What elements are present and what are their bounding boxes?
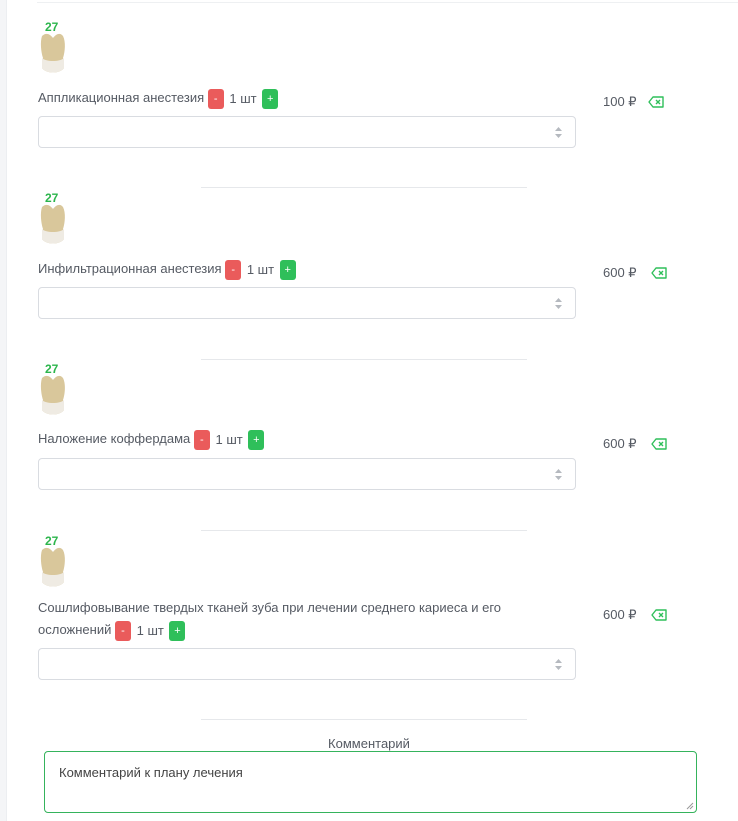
item-divider (201, 719, 527, 720)
top-divider (37, 2, 738, 3)
service-name: Сошлифовывание твердых тканей зуба при л… (38, 600, 502, 637)
tooth-picture: 27 (38, 20, 68, 76)
quantity: 1 шт (246, 261, 275, 277)
service-select[interactable] (38, 648, 576, 680)
service-row: Наложение коффердама - 1 шт + (38, 428, 598, 451)
tooth-picture: 27 (38, 362, 68, 418)
service-name: Наложение коффердама (38, 431, 191, 446)
quantity: 1 шт (229, 90, 257, 106)
increase-qty-button[interactable]: + (279, 259, 296, 280)
increase-qty-button[interactable]: + (248, 429, 265, 450)
service-select[interactable] (38, 116, 576, 148)
quantity: 1 шт (136, 622, 164, 638)
item-divider (201, 359, 527, 360)
service-name: Аппликационная анестезия (38, 90, 205, 105)
backspace-icon[interactable] (651, 609, 667, 621)
service-select[interactable] (38, 287, 576, 319)
service-price: 600 ₽ (603, 607, 637, 622)
decrease-qty-button[interactable]: - (193, 429, 210, 450)
select-arrows-icon (555, 127, 562, 138)
decrease-qty-button[interactable]: - (225, 259, 242, 280)
backspace-icon[interactable] (648, 96, 664, 108)
tooth-icon (40, 204, 65, 244)
backspace-icon[interactable] (651, 267, 667, 279)
increase-qty-button[interactable]: + (169, 620, 186, 641)
service-price: 600 ₽ (603, 265, 637, 280)
tooth-icon (40, 33, 65, 73)
tooth-picture: 27 (38, 534, 68, 590)
service-row: Инфильтрационная анестезия - 1 шт + (38, 258, 598, 281)
comment-textarea[interactable]: Комментарий к плану лечения (44, 751, 697, 813)
tooth-icon (40, 375, 65, 415)
quantity: 1 шт (215, 431, 243, 447)
comment-label: Комментарий (328, 736, 410, 751)
service-price: 600 ₽ (603, 436, 637, 451)
service-select[interactable] (38, 458, 576, 490)
select-arrows-icon (555, 298, 562, 309)
item-divider (201, 187, 527, 188)
comment-text: Комментарий к плану лечения (59, 765, 243, 780)
service-price: 100 ₽ (603, 94, 637, 109)
item-divider (201, 530, 527, 531)
decrease-qty-button[interactable]: - (207, 88, 224, 109)
decrease-qty-button[interactable]: - (114, 620, 131, 641)
select-arrows-icon (555, 469, 562, 480)
increase-qty-button[interactable]: + (262, 88, 279, 109)
service-name: Инфильтрационная анестезия (38, 261, 222, 276)
tooth-icon (40, 547, 65, 587)
resize-grip-icon[interactable] (685, 801, 694, 810)
backspace-icon[interactable] (651, 438, 667, 450)
service-row: Аппликационная анестезия - 1 шт + (38, 87, 598, 110)
tooth-picture: 27 (38, 191, 68, 247)
select-arrows-icon (555, 659, 562, 670)
service-row: Сошлифовывание твердых тканей зуба при л… (38, 597, 548, 642)
